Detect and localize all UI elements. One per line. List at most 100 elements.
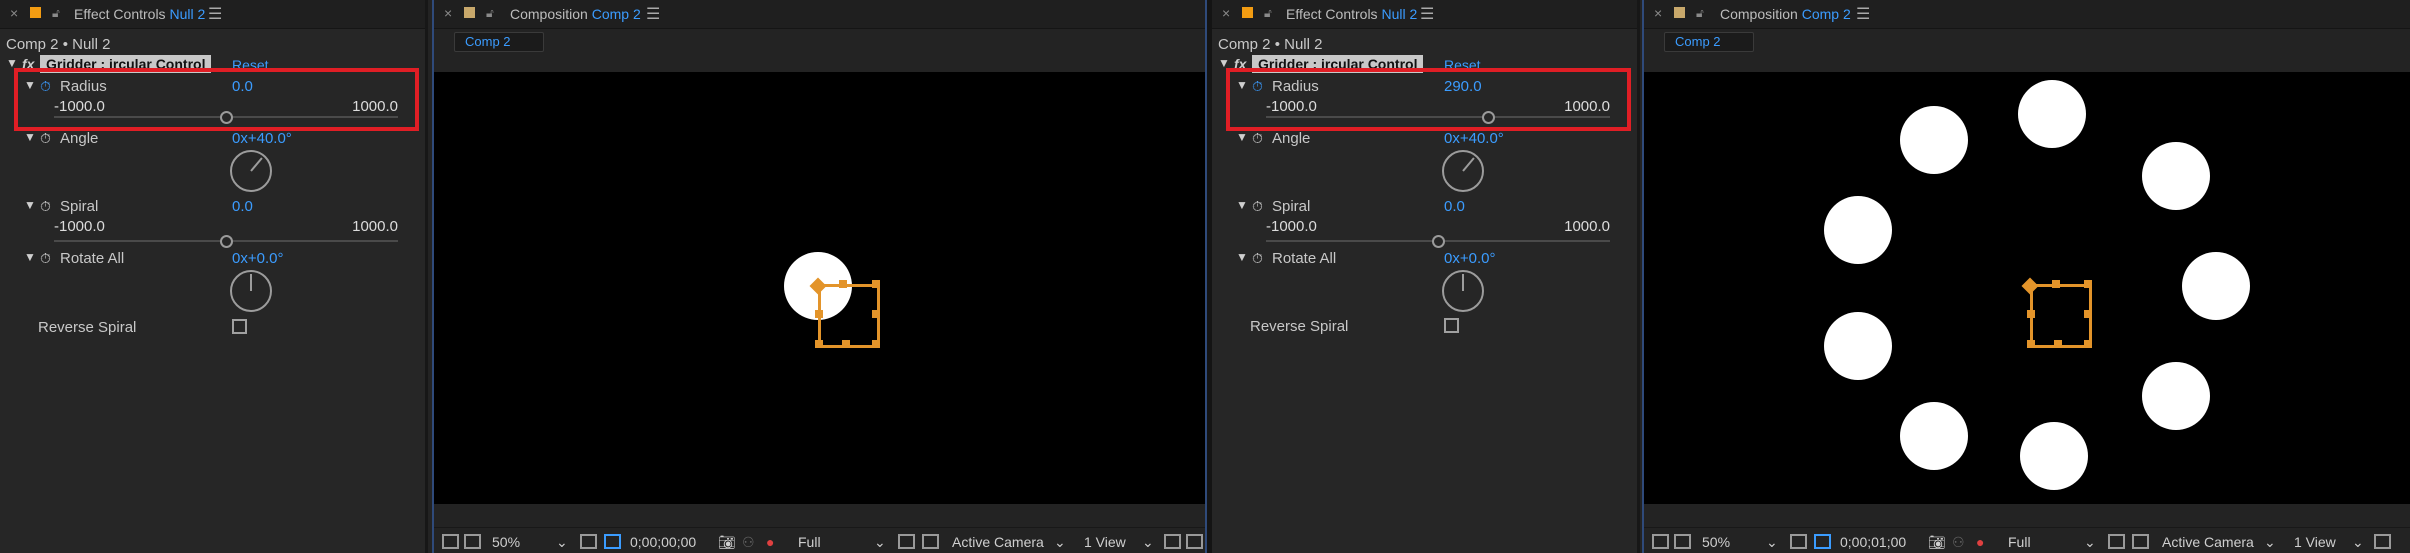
fast-previews-icon[interactable] — [1186, 534, 1203, 549]
monitor-icon[interactable] — [464, 534, 481, 549]
composition-tab[interactable]: × 🔓︎ Composition Comp 2 ☰ — [434, 0, 1205, 29]
stopwatch-icon[interactable]: ⏱︎ — [1252, 250, 1263, 267]
expand-triangle-icon[interactable]: ▼ — [1236, 130, 1248, 144]
mask-visibility-icon[interactable] — [604, 534, 621, 549]
camera-icon[interactable]: 📷︎ — [1928, 534, 1946, 551]
transform-handle[interactable] — [842, 340, 850, 348]
chevron-down-icon[interactable]: ⌄ — [874, 534, 886, 551]
rotate-all-value[interactable]: 0x+0.0° — [232, 250, 283, 267]
channel-icon[interactable]: ⚇ — [1952, 534, 1965, 551]
transform-handle[interactable] — [2027, 310, 2035, 318]
transparency-grid-icon[interactable] — [922, 534, 939, 549]
expand-triangle-icon[interactable]: ▼ — [24, 130, 36, 144]
transform-handle[interactable] — [815, 310, 823, 318]
null-layer-bounds[interactable] — [818, 284, 880, 348]
comp-view-tab[interactable]: Comp 2 — [1664, 32, 1754, 52]
expand-triangle-icon[interactable]: ▼ — [24, 198, 36, 212]
comp-view-tab[interactable]: Comp 2 — [454, 32, 544, 52]
angle-dial[interactable] — [1442, 150, 1484, 192]
monitor-icon[interactable] — [1674, 534, 1691, 549]
view-layout-select[interactable]: 1 View — [1084, 534, 1126, 550]
timecode[interactable]: 0;00;01;00 — [1840, 534, 1906, 550]
reverse-spiral-checkbox[interactable] — [1444, 318, 1459, 333]
resolution-select[interactable]: Full — [2008, 534, 2031, 550]
region-of-interest-icon[interactable] — [898, 534, 915, 549]
menu-icon[interactable]: ☰ — [1420, 4, 1434, 24]
composition-viewer[interactable] — [1644, 72, 2410, 504]
stopwatch-icon[interactable]: ⏱︎ — [40, 130, 51, 147]
stopwatch-icon[interactable]: ⏱︎ — [40, 250, 51, 267]
spiral-slider[interactable] — [54, 235, 398, 248]
composition-viewer[interactable] — [434, 72, 1205, 504]
transform-handle[interactable] — [2027, 340, 2035, 348]
color-channels-icon[interactable]: ● — [1976, 534, 1984, 550]
rotate-all-dial[interactable] — [1442, 270, 1484, 312]
chevron-down-icon[interactable]: ⌄ — [556, 534, 568, 551]
expand-triangle-icon[interactable]: ▼ — [24, 250, 36, 264]
lock-icon[interactable]: 🔓︎ — [52, 6, 60, 21]
transparency-grid-icon[interactable] — [2132, 534, 2149, 549]
mask-visibility-icon[interactable] — [1814, 534, 1831, 549]
camera-view-select[interactable]: Active Camera — [952, 534, 1044, 550]
view-layout-select[interactable]: 1 View — [2294, 534, 2336, 550]
transform-handle[interactable] — [2084, 280, 2092, 288]
transform-handle[interactable] — [872, 340, 880, 348]
spiral-slider-knob[interactable] — [220, 235, 233, 248]
expand-triangle-icon[interactable]: ▼ — [1236, 250, 1248, 264]
spiral-value[interactable]: 0.0 — [1444, 198, 1465, 215]
lock-icon[interactable]: 🔓︎ — [1264, 6, 1272, 21]
always-preview-icon[interactable] — [442, 534, 459, 549]
transform-handle[interactable] — [2084, 340, 2092, 348]
camera-view-select[interactable]: Active Camera — [2162, 534, 2254, 550]
toggle-pixel-aspect-icon[interactable] — [2374, 534, 2391, 549]
safe-zones-icon[interactable] — [580, 534, 597, 549]
region-of-interest-icon[interactable] — [2108, 534, 2125, 549]
angle-value[interactable]: 0x+40.0° — [1444, 130, 1504, 147]
transform-handle[interactable] — [815, 340, 823, 348]
lock-icon[interactable]: 🔓︎ — [486, 6, 494, 21]
always-preview-icon[interactable] — [1652, 534, 1669, 549]
effect-controls-tab[interactable]: × 🔓︎ Effect Controls Null 2 ☰ — [1212, 0, 1637, 29]
rotate-all-value[interactable]: 0x+0.0° — [1444, 250, 1495, 267]
spiral-slider[interactable] — [1266, 235, 1610, 248]
chevron-down-icon[interactable]: ⌄ — [1054, 534, 1066, 551]
transform-handle[interactable] — [872, 310, 880, 318]
chevron-down-icon[interactable]: ⌄ — [1766, 534, 1778, 551]
stopwatch-icon[interactable]: ⏱︎ — [40, 198, 51, 215]
composition-tab[interactable]: × 🔓︎ Composition Comp 2 ☰ — [1644, 0, 2410, 29]
chevron-down-icon[interactable]: ⌄ — [1142, 534, 1154, 551]
stopwatch-icon[interactable]: ⏱︎ — [1252, 130, 1263, 147]
rotate-all-dial[interactable] — [230, 270, 272, 312]
resolution-select[interactable]: Full — [798, 534, 821, 550]
lock-icon[interactable]: 🔓︎ — [1696, 6, 1704, 21]
menu-icon[interactable]: ☰ — [1856, 4, 1870, 24]
close-icon[interactable]: × — [444, 5, 452, 21]
effect-controls-tab[interactable]: × 🔓︎ Effect Controls Null 2 ☰ — [0, 0, 425, 29]
null-layer-bounds[interactable] — [2030, 284, 2092, 348]
spiral-value[interactable]: 0.0 — [232, 198, 253, 215]
transform-handle[interactable] — [2052, 280, 2060, 288]
transform-handle[interactable] — [872, 280, 880, 288]
menu-icon[interactable]: ☰ — [208, 4, 222, 24]
spiral-slider-knob[interactable] — [1432, 235, 1445, 248]
stopwatch-icon[interactable]: ⏱︎ — [1252, 198, 1263, 215]
reverse-spiral-checkbox[interactable] — [232, 319, 247, 334]
transform-handle[interactable] — [2054, 340, 2062, 348]
zoom-select[interactable]: 50% — [492, 534, 520, 550]
zoom-select[interactable]: 50% — [1702, 534, 1730, 550]
expand-triangle-icon[interactable]: ▼ — [1236, 198, 1248, 212]
angle-value[interactable]: 0x+40.0° — [232, 130, 292, 147]
color-channels-icon[interactable]: ● — [766, 534, 774, 550]
timecode[interactable]: 0;00;00;00 — [630, 534, 696, 550]
safe-zones-icon[interactable] — [1790, 534, 1807, 549]
chevron-down-icon[interactable]: ⌄ — [2352, 534, 2364, 551]
toggle-pixel-aspect-icon[interactable] — [1164, 534, 1181, 549]
angle-dial[interactable] — [230, 150, 272, 192]
camera-icon[interactable]: 📷︎ — [718, 534, 736, 551]
chevron-down-icon[interactable]: ⌄ — [2264, 534, 2276, 551]
transform-handle[interactable] — [2084, 310, 2092, 318]
close-icon[interactable]: × — [1222, 5, 1230, 21]
chevron-down-icon[interactable]: ⌄ — [2084, 534, 2096, 551]
menu-icon[interactable]: ☰ — [646, 4, 660, 24]
transform-handle[interactable] — [839, 280, 847, 288]
